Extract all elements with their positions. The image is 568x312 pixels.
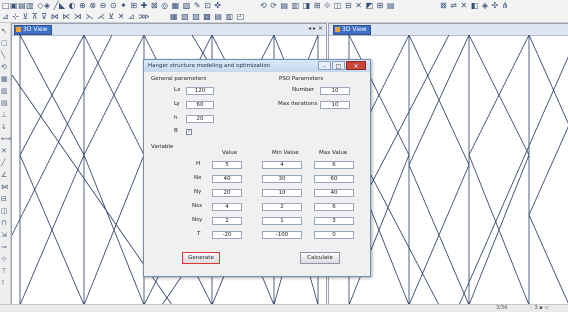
max-iterations-input[interactable]: 10 (320, 101, 350, 109)
h-input[interactable]: 20 (186, 115, 214, 123)
variable-name-ny: Ny (194, 189, 202, 195)
toolbar-icons-group-2[interactable]: ⟲ ⟳ ▤ ▥ ◨ ⊞ ⟐ ◫ ⊟ ✕ ◩ ⊞ ▤ (260, 1, 395, 10)
cross-tool-icon[interactable]: ✕ (1, 147, 7, 155)
dialog-titlebar[interactable]: Hanger structure modeling and optimizati… (144, 60, 370, 72)
mesh-tool-icon[interactable]: ⋈ (1, 183, 8, 191)
expand-tool-icon[interactable]: ⇲ (1, 231, 7, 239)
nsy-max-input[interactable]: 3 (314, 217, 354, 225)
h-max-input[interactable]: 6 (314, 161, 354, 169)
pin-tool-icon[interactable]: ⊤ (1, 267, 7, 275)
maximize-button[interactable]: □ (332, 61, 345, 70)
joint-tool-icon[interactable]: ⊺ (1, 279, 5, 287)
variable-header: Variable (151, 144, 174, 150)
nsx-value-input[interactable]: 4 (212, 203, 242, 211)
t-value-input[interactable]: -20 (212, 231, 242, 239)
left-view-controls[interactable]: ◂ ▸ ✕ (308, 25, 323, 32)
ny-value-input[interactable]: 20 (212, 189, 242, 197)
h-label: h (174, 115, 178, 121)
section-tool-icon[interactable]: ⊟ (1, 195, 7, 203)
generate-button[interactable]: Generate (182, 252, 220, 264)
column-min-value: Min Value (272, 150, 299, 156)
frame-tool-icon[interactable]: ▥ (1, 87, 8, 95)
calculate-button[interactable]: Calculate (300, 252, 340, 264)
t-min-input[interactable]: -100 (262, 231, 302, 239)
main-toolbar: □▣▤▥ ◇◈ ╱◣ ◐ ⊕ ⊗ ⊖ ⊙ ✦ ⊞ ✚ ⊠ ◎ ▦ ▧ ✎ ⊡ ✜… (0, 0, 568, 11)
pso-number-label: Number (292, 87, 315, 93)
variable-name-nsx: Nsx (192, 203, 203, 209)
ly-label: Ly (174, 101, 180, 107)
nsy-min-input[interactable]: 1 (262, 217, 302, 225)
ly-input[interactable]: 60 (186, 101, 214, 109)
node-tool-icon[interactable]: ▢ (1, 39, 8, 47)
left-view-title: 3D View (23, 26, 48, 33)
pso-parameters-header: PSO Parameters (279, 76, 324, 82)
line-tool-icon[interactable]: ╲ (1, 51, 5, 59)
close-button[interactable]: ✕ (346, 61, 366, 70)
nx-max-input[interactable]: 60 (314, 175, 354, 183)
nsy-value-input[interactable]: 2 (212, 217, 242, 225)
t-max-input[interactable]: 0 (314, 231, 354, 239)
measure-tool-icon[interactable]: ⟷ (1, 135, 11, 143)
nx-value-input[interactable]: 40 (212, 175, 242, 183)
variable-name-t: T (197, 231, 201, 237)
grid-tool-icon[interactable]: ▦ (1, 75, 8, 83)
nsx-max-input[interactable]: 6 (314, 203, 354, 211)
h-min-input[interactable]: 4 (262, 161, 302, 169)
view-icon (16, 27, 21, 32)
nsx-min-input[interactable]: 2 (262, 203, 302, 211)
hanger-optimization-dialog: Hanger structure modeling and optimizati… (143, 59, 371, 277)
ny-max-input[interactable]: 40 (314, 189, 354, 197)
max-iterations-label: Max iterations (278, 101, 318, 107)
minimize-button[interactable]: – (318, 61, 331, 70)
b-label: B (174, 128, 178, 134)
secondary-toolbar: ⊿ ⊹ ⊻ ⊼ ⊽ ⋈ ⋉ ⋊ ⋋ ⋌ ⊻ ✕ ⊿ ⋙ ▦ ▧ ▨ ▩ ▤ ▥ … (0, 11, 568, 23)
toolbar-icons-group-3[interactable]: ⊠ ⇌ ✕ ◧ ◈ ✣ ⋔ (440, 1, 509, 10)
select-tool-icon[interactable]: ↖ (1, 27, 7, 35)
plate-tool-icon[interactable]: ▤ (1, 99, 8, 107)
bracket-tool-icon[interactable]: ⊓ (1, 219, 6, 227)
variable-name-nx: Nx (194, 175, 202, 181)
angle-tool-icon[interactable]: ∠ (1, 171, 7, 179)
toolbar-icons-group-1[interactable]: □▣▤▥ ◇◈ ╱◣ ◐ ⊕ ⊗ ⊖ ⊙ ✦ ⊞ ✚ ⊠ ◎ ▦ ▧ ✎ ⊡ ✜ (2, 1, 222, 10)
general-parameters-header: General parameters (151, 76, 207, 82)
left-view-tab[interactable]: 3D View (14, 25, 52, 35)
column-value: Value (222, 150, 238, 156)
lx-input[interactable]: 120 (186, 87, 214, 95)
nx-min-input[interactable]: 30 (262, 175, 302, 183)
right-view-tab[interactable]: 3D View (333, 25, 371, 35)
rotate-tool-icon[interactable]: ⟲ (1, 63, 7, 71)
right-view-title: 3D View (342, 26, 367, 33)
pso-number-input[interactable]: 10 (320, 87, 350, 95)
toolbar-icons-group-5[interactable]: ▦ ▧ ▨ ▩ ▤ ▥ ◰ (170, 12, 245, 21)
column-max-value: Max Value (319, 150, 348, 156)
dialog-title: Hanger structure modeling and optimizati… (148, 63, 271, 69)
view-icon (335, 27, 340, 32)
b-checkbox[interactable]: ✓ (186, 129, 192, 135)
layer-tool-icon[interactable]: ◫ (1, 207, 8, 215)
diagonal-tool-icon[interactable]: ╱ (1, 159, 5, 167)
variable-name-nsy: Nsy (192, 217, 203, 223)
toolbar-icons-group-4[interactable]: ⊿ ⊹ ⊻ ⊼ ⊽ ⋈ ⋉ ⋊ ⋋ ⋌ ⊻ ✕ ⊿ ⋙ (2, 12, 150, 21)
axis-tool-icon[interactable]: ⊹ (1, 255, 7, 263)
h-value-input[interactable]: 5 (212, 161, 242, 169)
load-tool-icon[interactable]: ↓ (1, 123, 7, 131)
support-tool-icon[interactable]: ⊥ (1, 111, 7, 119)
hinge-tool-icon[interactable]: ⊸ (1, 243, 7, 251)
left-toolbar: ↖ ▢ ╲ ⟲ ▦ ▥ ▤ ⊥ ↓ ⟷ ✕ ╱ ∠ ⋈ ⊟ ◫ ⊓ ⇲ ⊸ ⊹ … (0, 23, 11, 311)
lx-label: Lx (174, 87, 181, 93)
variable-name-h: H (196, 161, 201, 167)
ny-min-input[interactable]: 10 (262, 189, 302, 197)
